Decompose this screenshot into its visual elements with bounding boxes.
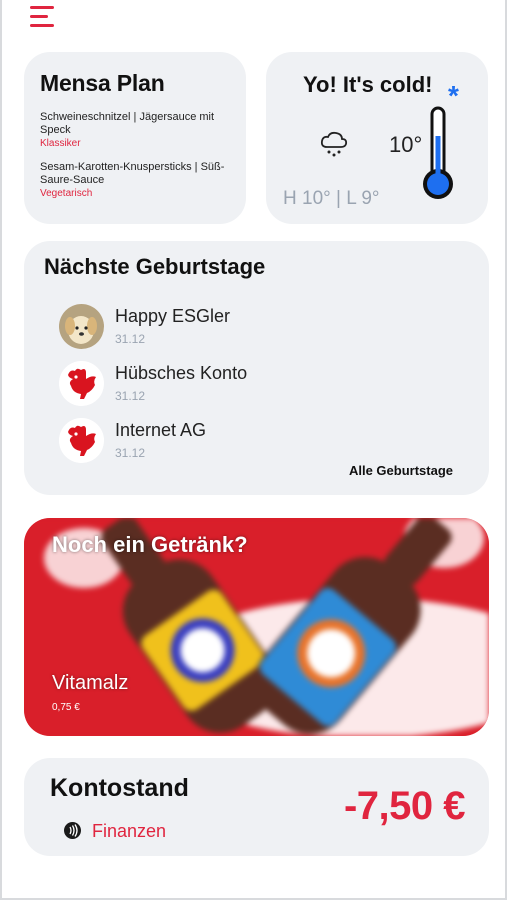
all-birthdays-link[interactable]: Alle Geburtstage [349,463,453,478]
contactless-icon [64,822,81,839]
birthdays-card: Nächste Geburtstage Happy ESGler 31.12 H… [24,241,489,495]
person-name: Internet AG [115,420,207,440]
birthdays-title: Nächste Geburtstage [44,254,266,279]
meal-item: Sesam-Karotten-Knuspersticks | Süß-Saure… [40,161,232,199]
birthday-list-item[interactable]: Happy ESGler 31.12 [59,304,359,354]
temperature: 10° [389,132,423,157]
mensa-card[interactable]: Mensa Plan Schweineschnitzel | Jägersauc… [24,52,246,224]
avatar [59,361,104,406]
drink-promo-title: Noch ein Getränk? [52,532,248,557]
birthday-date: 31.12 [115,332,146,346]
high-low-temperature: H 10° | L 9° [283,188,380,209]
birthday-list-item[interactable]: Internet AG 31.12 [59,418,359,468]
meal-category: Vegetarisch [40,188,93,199]
meal-item: Schweineschnitzel | Jägersauce mit Speck… [40,111,232,149]
meal-category: Klassiker [40,138,81,149]
birthday-date: 31.12 [115,389,146,403]
cloud-snow-icon [320,131,348,157]
rooster-logo-icon [59,361,104,406]
avatar [59,304,104,349]
birthday-list-item[interactable]: Hübsches Konto 31.12 [59,361,359,411]
person-name: Hübsches Konto [115,363,248,383]
weather-title: Yo! It's cold! [303,72,433,97]
mensa-title: Mensa Plan [40,70,165,96]
hamburger-menu-icon[interactable] [30,6,60,28]
drink-price: 0,75 € [52,702,80,713]
balance-title: Kontostand [50,774,189,802]
puppy-photo-icon [59,304,104,349]
balance-amount: -7,50 € [343,784,466,828]
balance-card: Kontostand Finanzen -7,50 € [24,758,489,856]
person-name: Happy ESGler [115,306,231,326]
finances-label: Finanzen [92,821,167,841]
rooster-logo-icon [59,418,104,463]
drink-name: Vitamalz [52,672,129,694]
weather-card[interactable]: Yo! It's cold! * 10° H 10° | L 9° [266,52,488,224]
birthday-date: 31.12 [115,446,146,460]
meal-name: Sesam-Karotten-Knuspersticks | Süß-Saure… [40,161,225,186]
thermometer-icon [423,106,453,199]
drink-promo-card[interactable]: Noch ein Getränk? Vitamalz 0,75 € [24,518,489,736]
avatar [59,418,104,463]
meal-name: Schweineschnitzel | Jägersauce mit Speck [40,111,215,136]
